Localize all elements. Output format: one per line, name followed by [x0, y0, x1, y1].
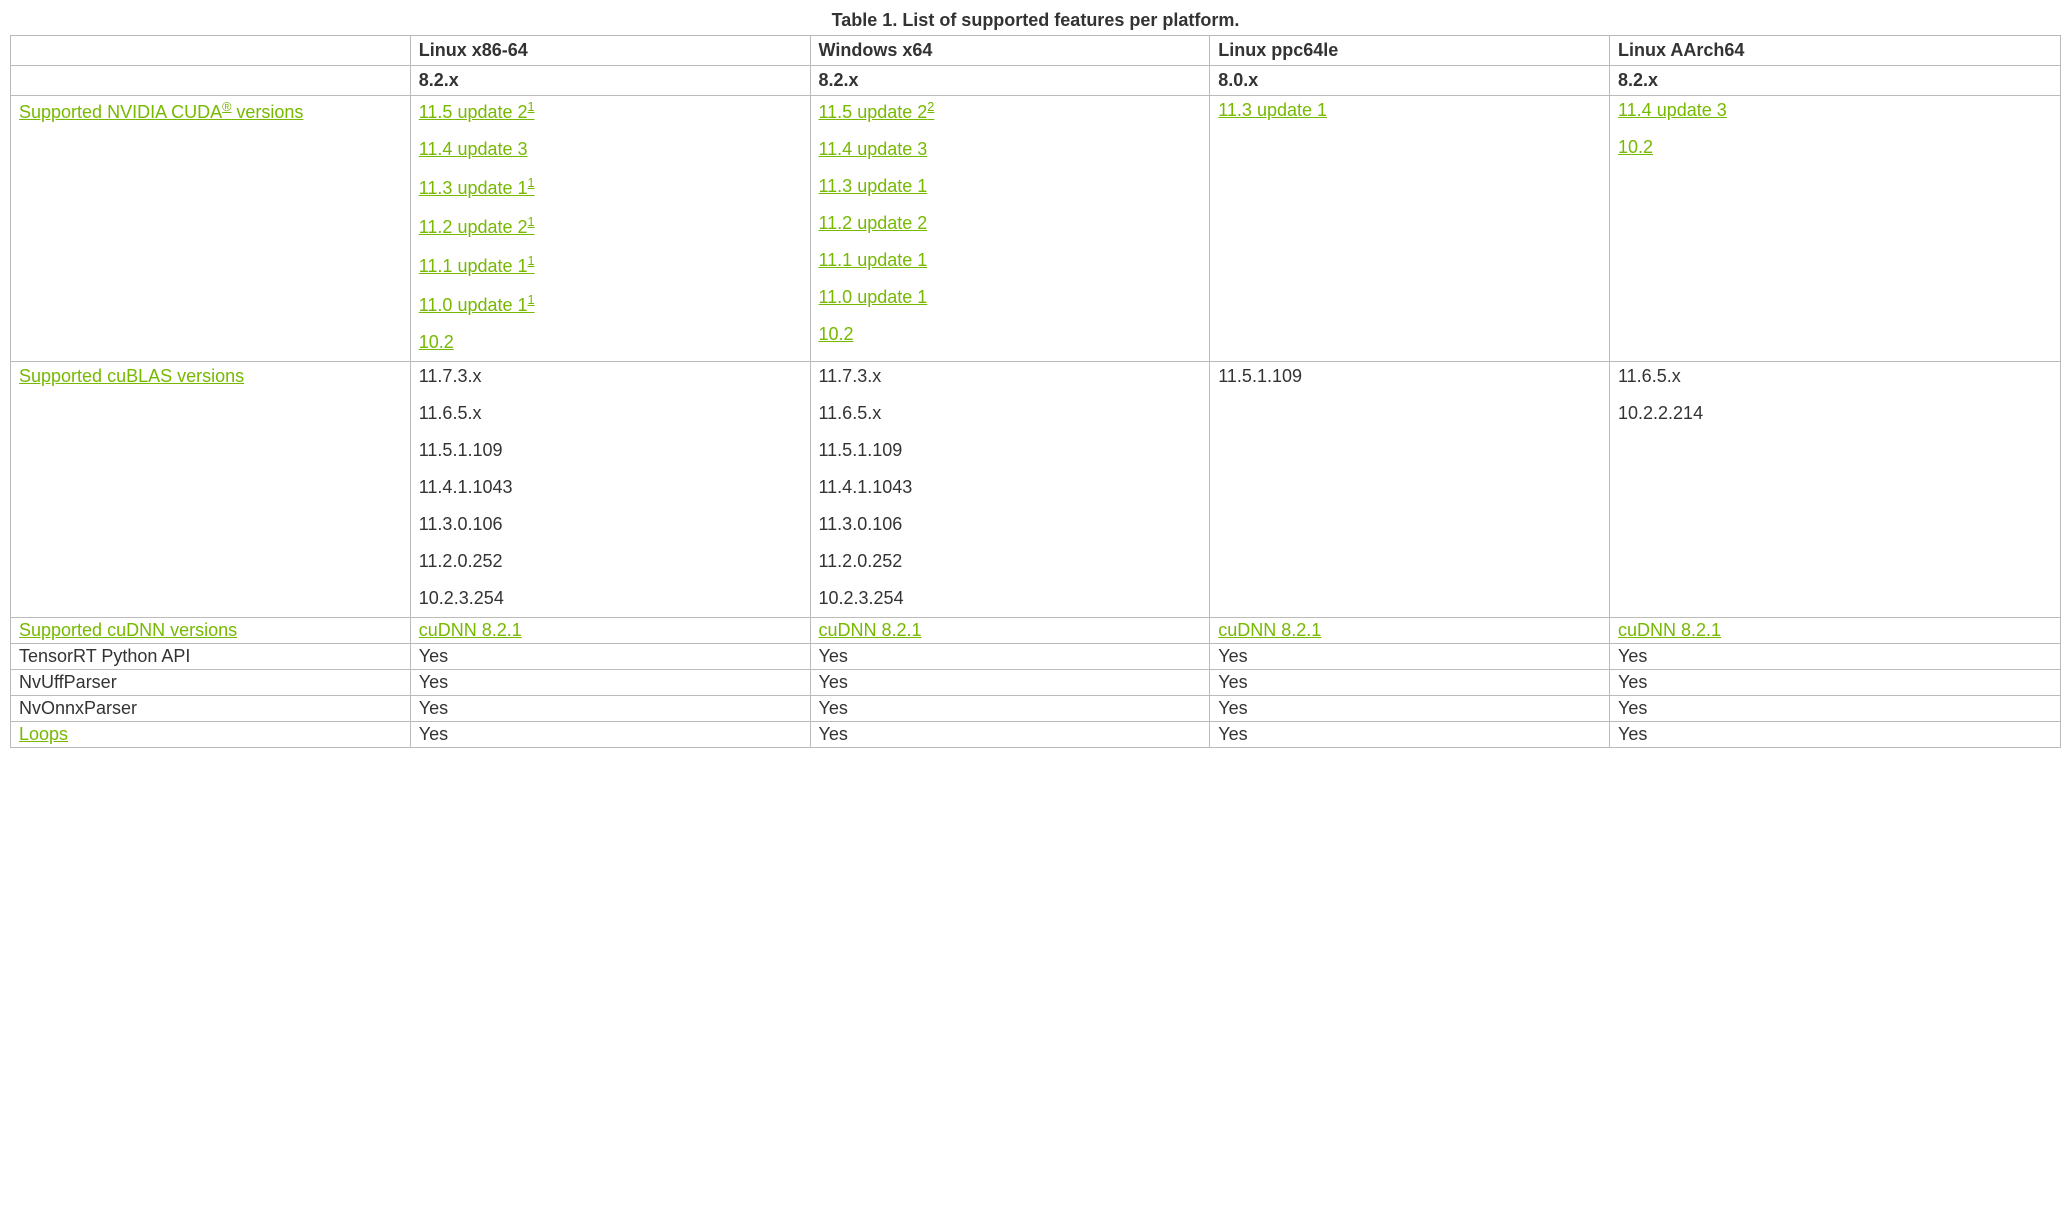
link-cuda-version[interactable]: 11.4 update 3 — [819, 139, 928, 159]
link-cudnn-label[interactable]: Supported cuDNN versions — [19, 620, 237, 640]
link-cudnn-linux-x86[interactable]: cuDNN 8.2.1 — [419, 620, 522, 640]
link-row-label[interactable]: Loops — [19, 724, 68, 744]
row-value: Yes — [410, 722, 810, 748]
link-cuda-version[interactable]: 11.2 update 2 — [819, 213, 928, 233]
header-linux-x86: Linux x86-64 — [410, 36, 810, 66]
row-label: NvOnnxParser — [11, 696, 411, 722]
row-cuda: Supported NVIDIA CUDA® versions 11.5 upd… — [11, 96, 2061, 362]
link-cuda-version[interactable]: 11.2 update 21 — [419, 217, 535, 237]
row-cudnn: Supported cuDNN versions cuDNN 8.2.1 cuD… — [11, 618, 2061, 644]
cublas-version: 11.4.1.1043 — [819, 477, 1202, 498]
row-value: Yes — [1610, 696, 2061, 722]
row-cublas: Supported cuBLAS versions 11.7.3.x 11.6.5… — [11, 362, 2061, 618]
cuda-windows: 11.5 update 22 11.4 update 3 11.3 update 1… — [810, 96, 1210, 362]
row-value: Yes — [1610, 644, 2061, 670]
row-value: Yes — [410, 670, 810, 696]
link-cuda-version[interactable]: 11.3 update 1 — [1218, 100, 1327, 120]
row-value: Yes — [1210, 644, 1610, 670]
label-cudnn: Supported cuDNN versions — [11, 618, 411, 644]
cublas-version: 11.5.1.109 — [819, 440, 1202, 461]
row-value: Yes — [1610, 722, 2061, 748]
header-row-versions: 8.2.x 8.2.x 8.0.x 8.2.x — [11, 66, 2061, 96]
row-value: Yes — [1610, 670, 2061, 696]
label-cublas: Supported cuBLAS versions — [11, 362, 411, 618]
cublas-version: 11.2.0.252 — [819, 551, 1202, 572]
header-ppc64le: Linux ppc64le — [1210, 36, 1610, 66]
cublas-version: 10.2.3.254 — [819, 588, 1202, 609]
version-aarch64: 8.2.x — [1610, 66, 2061, 96]
row-label: Loops — [11, 722, 411, 748]
cublas-version: 11.2.0.252 — [419, 551, 802, 572]
cublas-version: 10.2.3.254 — [419, 588, 802, 609]
cudnn-aarch64: cuDNN 8.2.1 — [1610, 618, 2061, 644]
cublas-version: 11.6.5.x — [1618, 366, 2052, 387]
cublas-version: 11.3.0.106 — [419, 514, 802, 535]
cublas-linux-x86: 11.7.3.x 11.6.5.x 11.5.1.109 11.4.1.1043 11.… — [410, 362, 810, 618]
cublas-version: 11.5.1.109 — [1218, 366, 1601, 387]
link-cuda-label[interactable]: Supported NVIDIA CUDA® versions — [19, 102, 303, 122]
row-value: Yes — [1210, 696, 1610, 722]
header-row-platforms: Linux x86-64 Windows x64 Linux ppc64le L… — [11, 36, 2061, 66]
cudnn-ppc64le: cuDNN 8.2.1 — [1210, 618, 1610, 644]
cuda-linux-x86: 11.5 update 21 11.4 update 3 11.3 update 1… — [410, 96, 810, 362]
table-row: NvUffParserYesYesYesYes — [11, 670, 2061, 696]
link-cuda-version[interactable]: 11.4 update 3 — [1618, 100, 1727, 120]
cublas-version: 11.6.5.x — [419, 403, 802, 424]
cublas-aarch64: 11.6.5.x 10.2.2.214 — [1610, 362, 2061, 618]
support-matrix-table: Linux x86-64 Windows x64 Linux ppc64le L… — [10, 35, 2061, 748]
header-windows: Windows x64 — [810, 36, 1210, 66]
link-cuda-version[interactable]: 11.0 update 11 — [419, 295, 535, 315]
header-blank-2 — [11, 66, 411, 96]
cublas-version: 11.4.1.1043 — [419, 477, 802, 498]
link-cuda-version[interactable]: 11.1 update 1 — [819, 250, 928, 270]
link-cuda-version[interactable]: 10.2 — [819, 324, 854, 344]
cublas-ppc64le: 11.5.1.109 — [1210, 362, 1610, 618]
cublas-version: 10.2.2.214 — [1618, 403, 2052, 424]
version-windows: 8.2.x — [810, 66, 1210, 96]
row-value: Yes — [810, 722, 1210, 748]
cublas-version: 11.7.3.x — [419, 366, 802, 387]
row-value: Yes — [1210, 722, 1610, 748]
table-caption: Table 1. List of supported features per … — [10, 10, 2061, 31]
link-cudnn-windows[interactable]: cuDNN 8.2.1 — [819, 620, 922, 640]
table-row: TensorRT Python APIYesYesYesYes — [11, 644, 2061, 670]
link-cuda-version[interactable]: 11.1 update 11 — [419, 256, 535, 276]
cublas-version: 11.5.1.109 — [419, 440, 802, 461]
link-cublas-label[interactable]: Supported cuBLAS versions — [19, 366, 244, 386]
cudnn-linux-x86: cuDNN 8.2.1 — [410, 618, 810, 644]
header-aarch64: Linux AArch64 — [1610, 36, 2061, 66]
link-cuda-version[interactable]: 11.5 update 21 — [419, 102, 535, 122]
row-value: Yes — [810, 696, 1210, 722]
row-value: Yes — [410, 696, 810, 722]
table-row: NvOnnxParserYesYesYesYes — [11, 696, 2061, 722]
link-cudnn-aarch64[interactable]: cuDNN 8.2.1 — [1618, 620, 1721, 640]
cublas-version: 11.3.0.106 — [819, 514, 1202, 535]
row-value: Yes — [1210, 670, 1610, 696]
label-cuda: Supported NVIDIA CUDA® versions — [11, 96, 411, 362]
link-cuda-version[interactable]: 11.3 update 1 — [819, 176, 928, 196]
link-cuda-version[interactable]: 11.4 update 3 — [419, 139, 528, 159]
cuda-aarch64: 11.4 update 3 10.2 — [1610, 96, 2061, 362]
cublas-version: 11.7.3.x — [819, 366, 1202, 387]
row-value: Yes — [810, 670, 1210, 696]
cuda-ppc64le: 11.3 update 1 — [1210, 96, 1610, 362]
link-cuda-version[interactable]: 10.2 — [419, 332, 454, 352]
table-row: LoopsYesYesYesYes — [11, 722, 2061, 748]
row-label: TensorRT Python API — [11, 644, 411, 670]
header-blank — [11, 36, 411, 66]
link-cudnn-ppc64le[interactable]: cuDNN 8.2.1 — [1218, 620, 1321, 640]
link-cuda-version[interactable]: 10.2 — [1618, 137, 1653, 157]
cublas-version: 11.6.5.x — [819, 403, 1202, 424]
version-linux-x86: 8.2.x — [410, 66, 810, 96]
row-value: Yes — [810, 644, 1210, 670]
link-cuda-version[interactable]: 11.3 update 11 — [419, 178, 535, 198]
row-value: Yes — [410, 644, 810, 670]
cudnn-windows: cuDNN 8.2.1 — [810, 618, 1210, 644]
link-cuda-version[interactable]: 11.0 update 1 — [819, 287, 928, 307]
row-label: NvUffParser — [11, 670, 411, 696]
version-ppc64le: 8.0.x — [1210, 66, 1610, 96]
link-cuda-version[interactable]: 11.5 update 22 — [819, 102, 935, 122]
cublas-windows: 11.7.3.x 11.6.5.x 11.5.1.109 11.4.1.1043 11.… — [810, 362, 1210, 618]
